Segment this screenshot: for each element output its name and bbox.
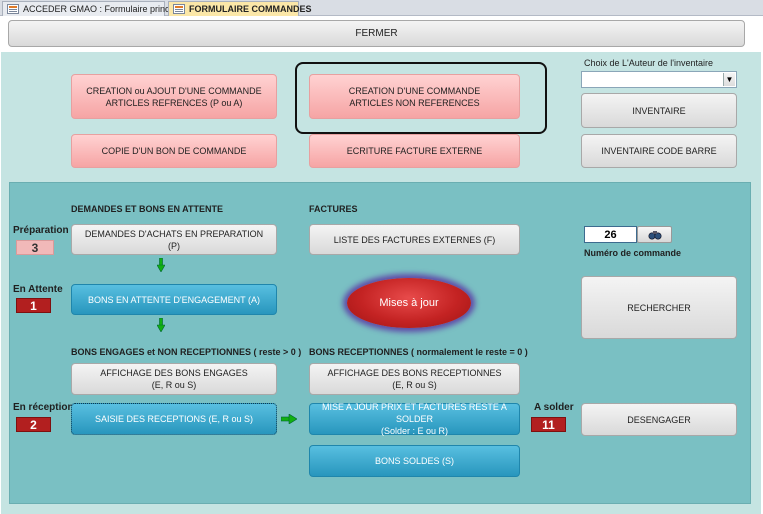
order-number-label: Numéro de commande <box>584 248 682 258</box>
external-invoices-list-button[interactable]: LISTE DES FACTURES EXTERNES (F) <box>309 224 520 255</box>
form-icon <box>7 4 19 14</box>
pending-section-title: DEMANDES ET BONS EN ATTENTE <box>71 204 224 214</box>
chevron-down-icon[interactable]: ▼ <box>723 73 735 86</box>
settle-label: A solder <box>534 402 574 413</box>
engaged-section-title: BONS ENGAGES et NON RECEPTIONNES ( reste… <box>71 347 302 357</box>
tab-main-form[interactable]: ACCEDER GMAO : Formulaire principal <box>2 1 184 16</box>
settled-orders-button[interactable]: BONS SOLDES (S) <box>309 445 520 477</box>
copy-order-button[interactable]: COPIE D'UN BON DE COMMANDE <box>71 134 277 168</box>
invoices-section-title: FACTURES <box>309 204 358 214</box>
external-invoice-button[interactable]: ECRITURE FACTURE EXTERNE <box>309 134 520 168</box>
arrow-right-icon <box>281 414 297 424</box>
engaged-orders-display-button[interactable]: AFFICHAGE DES BONS ENGAGES (E, R ou S) <box>71 363 277 395</box>
preparation-count: 3 <box>16 240 54 255</box>
purchase-requests-button[interactable]: DEMANDES D'ACHATS EN PREPARATION (P) <box>71 224 277 255</box>
received-section-title: BONS RECEPTIONNES ( normalement le reste… <box>309 347 528 357</box>
received-orders-display-button[interactable]: AFFICHAGE DES BONS RECEPTIONNES (E, R ou… <box>309 363 520 395</box>
reception-label: En réception <box>13 402 74 413</box>
updates-button[interactable]: Mises à jour <box>347 278 471 328</box>
arrow-down-icon <box>157 258 165 272</box>
order-number-field[interactable]: 26 <box>584 226 637 243</box>
inventory-author-select[interactable]: ▼ <box>581 71 737 88</box>
waiting-orders-button[interactable]: BONS EN ATTENTE D'ENGAGEMENT (A) <box>71 284 277 315</box>
search-button[interactable]: RECHERCHER <box>581 276 737 339</box>
form-icon <box>173 4 185 14</box>
waiting-label: En Attente <box>13 284 63 295</box>
inventory-author-label: Choix de L'Auteur de l'inventaire <box>584 58 714 68</box>
create-unreferenced-order-button[interactable]: CREATION D'UNE COMMANDE ARTICLES NON REF… <box>309 74 520 119</box>
reception-entry-button[interactable]: SAISIE DES RECEPTIONS (E, R ou S) <box>71 403 277 435</box>
inventory-button[interactable]: INVENTAIRE <box>581 93 737 128</box>
disengage-button[interactable]: DESENGAGER <box>581 403 737 436</box>
waiting-count: 1 <box>16 298 51 313</box>
reception-count: 2 <box>16 417 51 432</box>
binoculars-icon <box>647 230 662 240</box>
search-icon-button[interactable] <box>637 226 672 243</box>
tab-order-form[interactable]: FORMULAIRE COMMANDES <box>168 1 312 16</box>
inventory-barcode-button[interactable]: INVENTAIRE CODE BARRE <box>581 134 737 168</box>
create-referenced-order-button[interactable]: CREATION ou AJOUT D'UNE COMMANDE ARTICLE… <box>71 74 277 119</box>
preparation-label: Préparation <box>13 225 69 236</box>
settle-count: 11 <box>531 417 566 432</box>
close-button[interactable]: FERMER <box>8 20 745 47</box>
price-invoice-update-button[interactable]: MISE A JOUR PRIX ET FACTURES RESTE A SOL… <box>309 402 520 436</box>
arrow-down-icon <box>157 318 165 332</box>
